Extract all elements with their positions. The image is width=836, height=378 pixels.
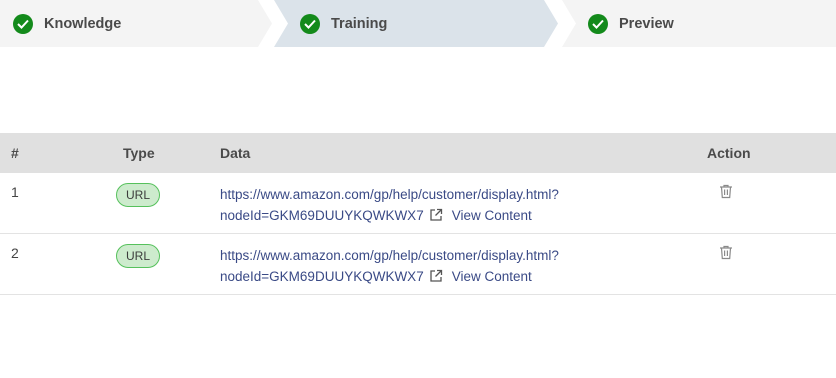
trash-icon[interactable] (719, 245, 733, 265)
check-circle-icon (588, 13, 608, 34)
type-badge: URL (116, 244, 160, 268)
check-circle-icon (300, 13, 320, 34)
step-preview-label: Preview (619, 15, 674, 32)
step-preview[interactable]: Preview (562, 0, 836, 47)
header-action: Action (707, 145, 751, 161)
view-content-link[interactable]: View Content (452, 269, 532, 284)
external-link-icon[interactable] (429, 207, 443, 228)
view-content-link[interactable]: View Content (452, 208, 532, 223)
check-circle-icon (13, 13, 33, 34)
step-knowledge-label: Knowledge (44, 15, 122, 32)
table-row: 1 URL https://www.amazon.com/gp/help/cus… (0, 173, 836, 234)
external-link-icon[interactable] (429, 268, 443, 289)
trash-icon[interactable] (719, 184, 733, 204)
header-type: Type (123, 145, 155, 161)
row-number: 2 (11, 245, 19, 261)
training-data-table: # Type Data Action 1 URL https://www.ama… (0, 133, 836, 295)
table-row: 2 URL https://www.amazon.com/gp/help/cus… (0, 234, 836, 295)
type-badge: URL (116, 183, 160, 207)
header-data: Data (220, 145, 251, 161)
step-training-label: Training (331, 15, 388, 32)
row-number: 1 (11, 184, 19, 200)
table-header: # Type Data Action (0, 133, 836, 173)
header-num: # (11, 145, 19, 161)
step-training[interactable]: Training (274, 0, 560, 47)
data-cell: https://www.amazon.com/gp/help/customer/… (220, 184, 559, 228)
stepper: Knowledge Training Preview (0, 0, 836, 47)
step-knowledge[interactable]: Knowledge (0, 0, 272, 47)
data-cell: https://www.amazon.com/gp/help/customer/… (220, 245, 559, 289)
